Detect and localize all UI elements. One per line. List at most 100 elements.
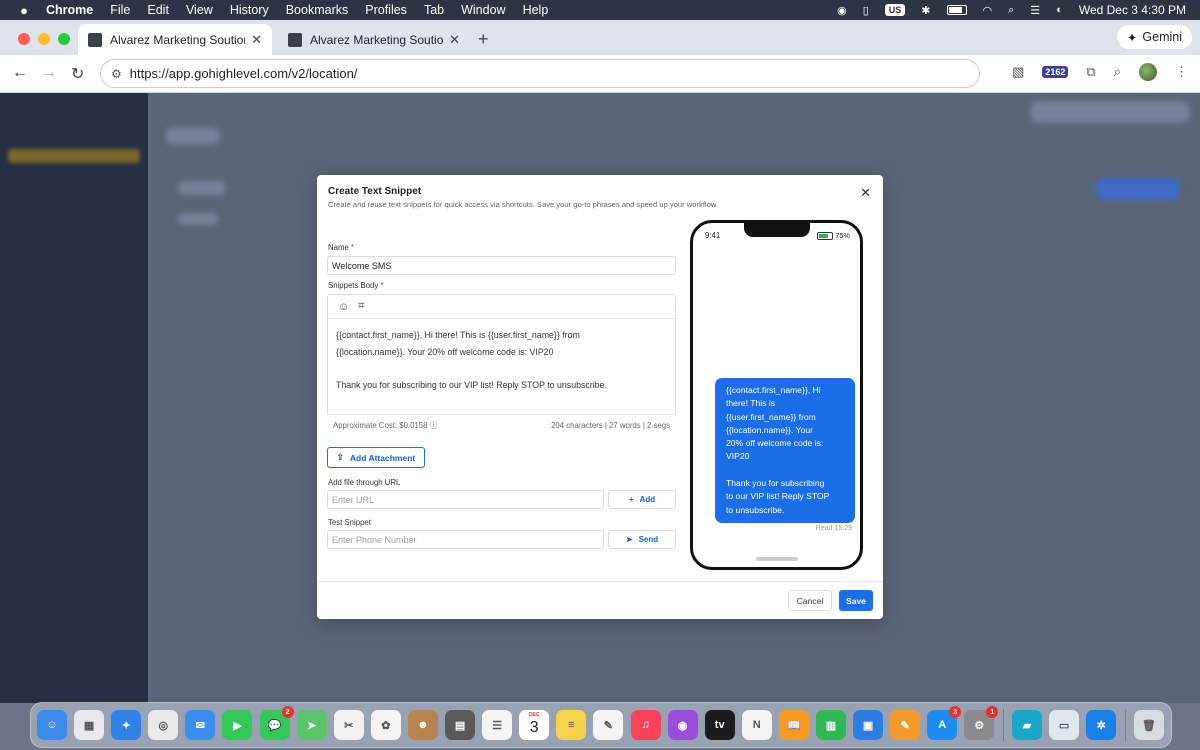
dock-mail-icon[interactable]: ✉ [185,710,216,740]
phone-number-input[interactable]: Enter Phone Number [327,530,604,549]
dock-preview-icon[interactable]: ▭ [1049,710,1080,740]
dock-reminders-icon[interactable]: ☰ [482,710,513,740]
apple-menu-icon[interactable]: ● [16,3,32,18]
wifi-icon[interactable]: ◠ [983,4,993,17]
menu-edit[interactable]: Edit [147,3,169,17]
tab-close-icon[interactable]: ✕ [449,32,460,48]
dock-safari-icon[interactable]: ✦ [111,710,142,740]
phone-notch [744,223,810,237]
battery-icon[interactable] [946,5,967,15]
dock-app-store-icon[interactable]: A3 [927,706,962,740]
bluetooth-icon[interactable]: ✱ [921,4,930,17]
dock-freeform-icon[interactable]: ✎ [593,710,624,740]
browser-tab-active[interactable]: Alvarez Marketing Soutions ✕ [78,24,272,55]
back-arrow-icon[interactable]: ← [12,64,28,82]
spotlight-search-icon[interactable]: ⌕ [1008,4,1014,17]
menu-history[interactable]: History [230,3,269,17]
snippet-body-text[interactable]: {{contact.first_name}}, Hi there! This i… [328,319,675,401]
approximate-cost: Approximate Cost: $0.0158 ⓘ [333,421,438,430]
dock-messages-icon[interactable]: 💬 2 [259,706,294,740]
dock-capcut-icon[interactable]: ✂ [333,710,364,740]
address-bar-url[interactable]: https://app.gohighlevel.com/v2/location/ [130,66,358,81]
url-input[interactable]: Enter URL [327,490,604,509]
dock-podcasts-icon[interactable]: ◉ [667,710,698,740]
tab-close-icon[interactable]: ✕ [251,32,262,48]
devtools-extension-icon[interactable]: ▧ [1012,64,1024,80]
menu-help[interactable]: Help [523,3,549,17]
reload-icon[interactable]: ↻ [71,64,84,84]
minimize-window-button[interactable] [38,33,50,45]
zoom-window-button[interactable] [58,33,70,45]
emoji-icon[interactable]: ☺ [338,301,349,313]
phone-battery-percent: 75% [835,231,850,240]
phone-home-indicator [756,557,798,561]
extensions-puzzle-icon[interactable]: ⧉ [1086,64,1095,80]
menubar-clock[interactable]: Wed Dec 3 4:30 PM [1079,3,1186,17]
dock-facetime-icon[interactable]: ▶ [222,710,253,740]
siri-icon[interactable]: ◐ [1056,4,1063,16]
cancel-button[interactable]: Cancel [788,590,832,611]
bookmark-status-icon[interactable]: ▯ [863,4,869,17]
save-button[interactable]: Save [839,590,873,611]
dock-photos-icon[interactable]: ✿ [370,710,401,740]
dock-finder-icon[interactable]: ☺ [37,710,67,740]
trash-glyph: 🗑 [1141,719,1156,732]
focus-icon[interactable]: ◉ [837,4,847,17]
extension-count-badge[interactable]: 2162 [1042,66,1069,78]
dock-separator [1003,709,1005,741]
dock-calculator-icon[interactable]: ▤ [445,710,476,740]
dock-xcode-icon[interactable]: ✲ [1086,710,1117,740]
dock-keynote-icon[interactable]: ▣ [853,710,884,740]
browser-tab[interactable]: Alvarez Marketing Soutions ✕ [278,24,470,55]
menu-view[interactable]: View [186,3,213,17]
tag-icon[interactable]: ⌗ [358,300,364,313]
new-tab-plus-icon[interactable]: + [478,29,489,50]
calculator-glyph: ▤ [454,719,466,732]
tab-favicon-icon [88,32,102,47]
dock-stickies-icon[interactable]: ▰ [1012,710,1043,740]
add-attachment-button[interactable]: ⇪ Add Attachment [327,447,425,468]
search-tabs-icon[interactable]: ⌕ [1114,64,1121,80]
forward-arrow-icon[interactable]: → [41,64,57,82]
chrome-menu-icon[interactable]: ⋮ [1175,64,1188,80]
facetime-glyph: ▶ [233,719,242,732]
dock-maps-icon[interactable]: ➤ [296,710,327,740]
dock-calendar-icon[interactable]: DEC 3 [519,710,550,740]
close-icon[interactable]: ✕ [860,185,871,201]
site-info-icon[interactable]: ⚙ [111,67,122,81]
dock-pages-icon[interactable]: ✎ [890,710,921,740]
bubble-line: to unsubscribe. [726,504,785,515]
pages-glyph: ✎ [900,719,910,732]
dock-books-icon[interactable]: 📖 [778,710,809,740]
name-input[interactable]: Welcome SMS [327,256,676,275]
menu-profiles[interactable]: Profiles [365,3,407,17]
profile-avatar[interactable] [1139,63,1157,81]
info-icon[interactable]: ⓘ [430,421,438,430]
control-center-icon[interactable]: ☰ [1030,4,1040,17]
gemini-button[interactable]: ✦ Gemini [1116,25,1192,49]
dock-tv-icon[interactable]: tv [704,710,735,740]
dock-news-icon[interactable]: N [741,710,772,740]
close-window-button[interactable] [18,33,30,45]
dock-chrome-icon[interactable]: ◎ [148,710,179,740]
podcasts-glyph: ◉ [677,719,688,732]
dock-system-settings-icon[interactable]: ⚙ 1 [964,706,999,740]
menu-tab[interactable]: Tab [424,3,444,17]
menu-app-name[interactable]: Chrome [46,3,93,17]
dock-notes-icon[interactable]: ≡ [556,710,587,740]
dock-trash-icon[interactable]: 🗑 [1133,710,1164,740]
input-source-badge[interactable]: US [884,4,906,16]
menu-file[interactable]: File [110,3,130,17]
name-label: Name * [328,243,355,252]
menu-bookmarks[interactable]: Bookmarks [286,3,349,17]
dock-contacts-icon[interactable]: ☻ [407,710,438,740]
dock-music-icon[interactable]: ♫ [630,710,661,740]
dock-launchpad-icon[interactable]: ▦ [74,710,105,740]
freeform-glyph: ✎ [603,719,614,732]
add-url-button[interactable]: + Add [608,490,676,509]
send-test-button[interactable]: ➤ Send [608,530,676,549]
menu-window[interactable]: Window [461,3,505,17]
address-bar[interactable]: ⚙ https://app.gohighlevel.com/v2/locatio… [100,59,980,88]
read-receipt: Read 15:29 [815,525,852,532]
dock-numbers-icon[interactable]: ▥ [815,710,846,740]
